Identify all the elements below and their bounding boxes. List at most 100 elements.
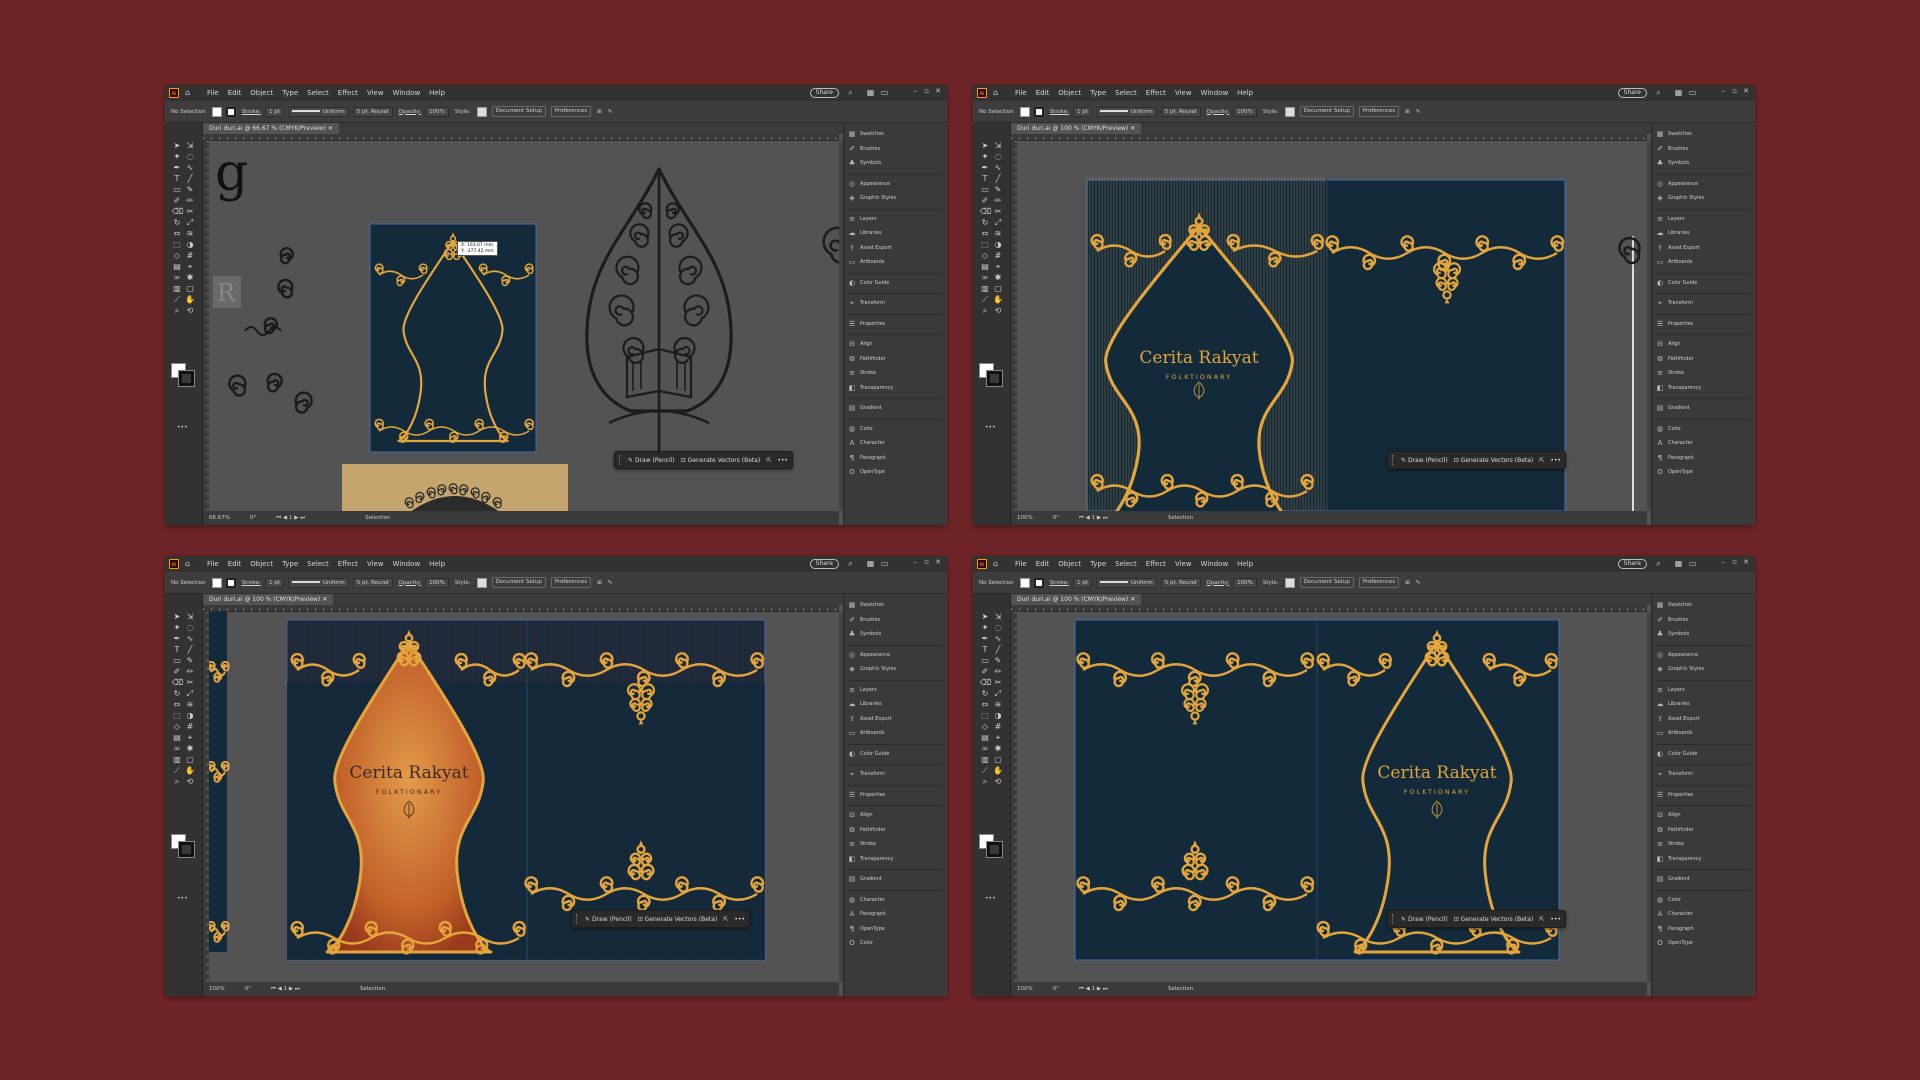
mesh-icon[interactable]: #	[185, 722, 195, 732]
variable-width-select[interactable]: Uniform	[287, 577, 349, 588]
symbol-sprayer-icon[interactable]: ✱	[185, 744, 195, 754]
width-tool-icon[interactable]: ⇔	[172, 700, 182, 710]
warp-icon[interactable]: ≋	[185, 229, 195, 239]
home-icon[interactable]: ⌂	[993, 88, 1003, 98]
scissors-icon[interactable]: ✂	[185, 678, 195, 688]
panel-asset-export[interactable]: ⇪ Asset Export	[1656, 243, 1700, 253]
perspective-icon[interactable]: ◇	[980, 251, 990, 261]
share-button[interactable]: Share	[1617, 559, 1647, 569]
stroke-swatch[interactable]	[1033, 106, 1044, 117]
direct-selection-icon[interactable]: ⇲	[993, 612, 1003, 622]
share-button[interactable]: Share	[809, 88, 839, 98]
width-tool-icon[interactable]: ⇔	[980, 229, 990, 239]
menu-view[interactable]: View	[367, 89, 384, 97]
panel-swatches[interactable]: ▦ Swatches	[1656, 129, 1692, 139]
menu-type[interactable]: Type	[282, 560, 298, 568]
zoom-icon[interactable]: ⌕	[172, 306, 182, 316]
pencil-icon[interactable]: ✏	[993, 667, 1003, 677]
stroke-label[interactable]: Stroke:	[242, 580, 261, 586]
document-tab[interactable]: Duri duri.ai @ 100 % (CMYK/Preview) ✕	[1011, 123, 1142, 134]
artboard-tool-icon[interactable]: ▢	[185, 755, 195, 765]
more-tools-icon[interactable]: •••	[177, 894, 188, 904]
style-swatch[interactable]	[476, 106, 487, 117]
preferences-button[interactable]: Preferences	[1358, 106, 1400, 117]
fill-swatch[interactable]	[1019, 577, 1030, 588]
scale-icon[interactable]: ⤢	[993, 218, 1003, 228]
type-tool-icon[interactable]: T	[172, 174, 182, 184]
panel-color[interactable]: O Color	[848, 938, 873, 948]
pin-icon[interactable]: ⇱	[1539, 916, 1544, 923]
stroke-color-box[interactable]	[178, 841, 195, 858]
panel-libraries[interactable]: ☁ Libraries	[848, 699, 882, 709]
edit-icon[interactable]: ✎	[608, 109, 613, 115]
menu-object[interactable]: Object	[250, 89, 273, 97]
type-tool-icon[interactable]: T	[980, 174, 990, 184]
menu-window[interactable]: Window	[393, 89, 421, 97]
panel-paragraph[interactable]: A Paragraph	[848, 909, 886, 919]
maximize-icon[interactable]: ▫	[924, 87, 929, 95]
shaper-icon[interactable]: ✐	[172, 667, 182, 677]
home-icon[interactable]: ⌂	[993, 559, 1003, 569]
document-setup-button[interactable]: Document Setup	[1299, 106, 1354, 117]
panel-opentype[interactable]: O OpenType	[1656, 938, 1693, 948]
panel-gradient[interactable]: ▤ Gradient	[1656, 403, 1690, 413]
scissors-icon[interactable]: ✂	[993, 678, 1003, 688]
panel-graphic-styles[interactable]: ◈ Graphic Styles	[848, 664, 896, 674]
menu-help[interactable]: Help	[1237, 560, 1253, 568]
symbol-sprayer-icon[interactable]: ✱	[185, 273, 195, 283]
blend-icon[interactable]: ∞	[980, 744, 990, 754]
shaper-icon[interactable]: ✐	[172, 196, 182, 206]
workspace-icon[interactable]: ▦	[866, 88, 875, 97]
drag-handle[interactable]	[619, 455, 622, 465]
search-icon[interactable]: ⌕	[846, 88, 855, 97]
panel-appearance[interactable]: ◎ Appearance	[1656, 179, 1698, 189]
panel-libraries[interactable]: ☁ Libraries	[1656, 228, 1690, 238]
selection-tool-icon[interactable]: ➤	[980, 612, 990, 622]
type-tool-icon[interactable]: T	[980, 645, 990, 655]
panel-artboards[interactable]: ▭ Artboards	[1656, 257, 1693, 267]
more-tools-icon[interactable]: •••	[985, 894, 996, 904]
hand-icon[interactable]: ✋	[185, 295, 195, 305]
search-icon[interactable]: ⌕	[1654, 88, 1663, 97]
stroke-weight-field[interactable]: 1 pt	[264, 577, 284, 588]
opacity-field[interactable]: 100%	[1233, 106, 1257, 117]
mesh-icon[interactable]: #	[993, 722, 1003, 732]
panel-transform[interactable]: ⌖ Transform	[1656, 769, 1693, 779]
line-tool-icon[interactable]: ╱	[993, 174, 1003, 184]
menu-view[interactable]: View	[1175, 89, 1192, 97]
menu-file[interactable]: File	[207, 560, 219, 568]
free-transform-icon[interactable]: ⬚	[172, 240, 182, 250]
variable-width-select[interactable]: Uniform	[1095, 106, 1157, 117]
graph-icon[interactable]: ▥	[172, 755, 182, 765]
preferences-button[interactable]: Preferences	[550, 106, 592, 117]
pencil-icon[interactable]: ✏	[993, 196, 1003, 206]
slice-icon[interactable]: ⟋	[172, 295, 182, 305]
menu-select[interactable]: Select	[307, 89, 329, 97]
opacity-field[interactable]: 100%	[425, 106, 449, 117]
menu-select[interactable]: Select	[1115, 89, 1137, 97]
rotate-view-angle[interactable]: 0°	[245, 986, 251, 992]
selection-tool-icon[interactable]: ➤	[980, 141, 990, 151]
symbol-sprayer-icon[interactable]: ✱	[993, 273, 1003, 283]
curvature-icon[interactable]: ∿	[185, 634, 195, 644]
draw-pencil-button[interactable]: ✎ Draw (Pencil)	[628, 457, 675, 464]
perspective-icon[interactable]: ◇	[980, 722, 990, 732]
opacity-field[interactable]: 100%	[425, 577, 449, 588]
stroke-color-box[interactable]	[178, 370, 195, 387]
stroke-swatch[interactable]	[1033, 577, 1044, 588]
eyedropper-icon[interactable]: ⌖	[185, 262, 195, 272]
mesh-icon[interactable]: #	[185, 251, 195, 261]
menu-window[interactable]: Window	[1201, 89, 1229, 97]
panel-color[interactable]: ◍ Color	[1656, 895, 1681, 905]
artboard-tool-icon[interactable]: ▢	[993, 284, 1003, 294]
rotate-view-icon[interactable]: ⟲	[993, 306, 1003, 316]
menu-object[interactable]: Object	[1058, 89, 1081, 97]
panel-artboards[interactable]: ▭ Artboards	[848, 728, 885, 738]
panel-transform[interactable]: ⌖ Transform	[848, 769, 885, 779]
rectangle-tool-icon[interactable]: ▭	[980, 185, 990, 195]
width-tool-icon[interactable]: ⇔	[172, 229, 182, 239]
panel-pathfinder[interactable]: ⧉ Pathfinder	[1656, 825, 1694, 835]
warp-icon[interactable]: ≋	[993, 700, 1003, 710]
search-icon[interactable]: ⌕	[1654, 559, 1663, 568]
align-icon[interactable]: ⊞	[597, 580, 602, 586]
